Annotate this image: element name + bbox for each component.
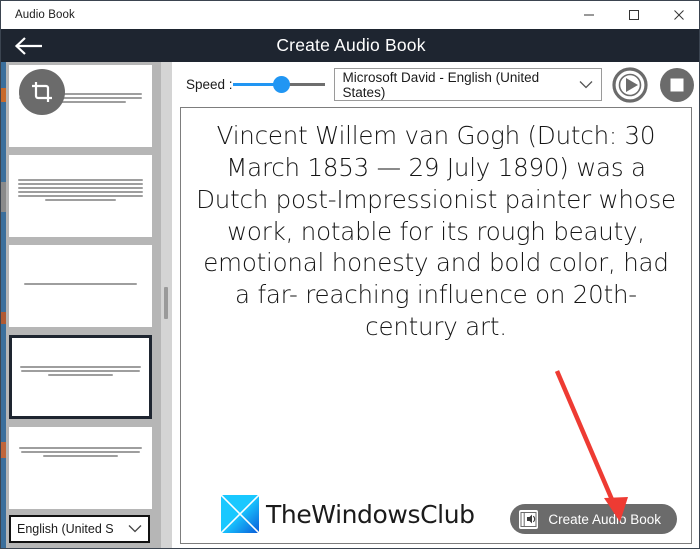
window-title: Audio Book xyxy=(15,9,75,21)
play-icon xyxy=(612,66,648,103)
thewindowsclub-logo xyxy=(221,495,259,533)
create-audio-book-label: Create Audio Book xyxy=(548,511,661,527)
voice-select[interactable]: Microsoft David - English (United States… xyxy=(333,68,602,101)
minimize-button[interactable] xyxy=(566,1,611,29)
close-button[interactable] xyxy=(656,1,699,29)
playback-toolbar: Speed : Microsoft David - English (Unite… xyxy=(172,62,699,107)
list-item[interactable] xyxy=(9,155,152,237)
minimize-icon xyxy=(583,14,594,16)
window-controls xyxy=(566,1,699,29)
brand-name: TheWindowsClub xyxy=(266,499,475,529)
stop-icon xyxy=(660,67,695,102)
brand-watermark: TheWindowsClub xyxy=(221,495,475,533)
list-item[interactable] xyxy=(9,245,152,327)
maximize-button[interactable] xyxy=(611,1,656,29)
language-select-value: English (United S xyxy=(17,522,114,536)
play-button[interactable] xyxy=(612,66,649,103)
thumbnail-list xyxy=(9,65,154,517)
pane-splitter[interactable] xyxy=(161,62,172,548)
speed-label: Speed : xyxy=(186,77,233,92)
create-audio-book-button[interactable]: Create Audio Book xyxy=(510,504,677,534)
stop-button[interactable] xyxy=(659,66,696,103)
maximize-icon xyxy=(628,10,639,20)
sidebar-edge-scrollbar[interactable] xyxy=(1,62,6,548)
window-titlebar: Audio Book xyxy=(1,1,699,29)
audio-book-window: Audio Book Create Audio Book English (Un… xyxy=(0,0,700,549)
language-select[interactable]: English (United S xyxy=(9,515,150,543)
app-header: Create Audio Book xyxy=(1,29,699,62)
crop-button[interactable] xyxy=(19,69,65,115)
audiobook-speaker-icon xyxy=(519,509,539,529)
page-title: Create Audio Book xyxy=(276,35,426,55)
list-item[interactable] xyxy=(9,427,152,509)
document-text: Vincent Willem van Gogh (Dutch: 30 March… xyxy=(196,121,676,342)
list-item[interactable] xyxy=(9,335,152,419)
thumbnail-sidebar: English (United S xyxy=(1,62,161,548)
close-icon xyxy=(673,10,684,20)
speed-slider[interactable] xyxy=(232,76,325,94)
chevron-down-icon xyxy=(579,77,593,92)
document-textbox[interactable]: Vincent Willem van Gogh (Dutch: 30 March… xyxy=(180,107,692,544)
splitter-grip[interactable] xyxy=(164,287,168,319)
list-item[interactable] xyxy=(9,65,152,147)
content-pane: Speed : Microsoft David - English (Unite… xyxy=(172,62,699,548)
crop-icon xyxy=(32,82,52,102)
app-body: English (United S Speed : Microsoft Davi… xyxy=(1,62,699,548)
voice-select-value: Microsoft David - English (United States… xyxy=(342,69,540,100)
speed-slider-thumb[interactable] xyxy=(272,76,290,93)
chevron-down-icon xyxy=(128,522,142,536)
